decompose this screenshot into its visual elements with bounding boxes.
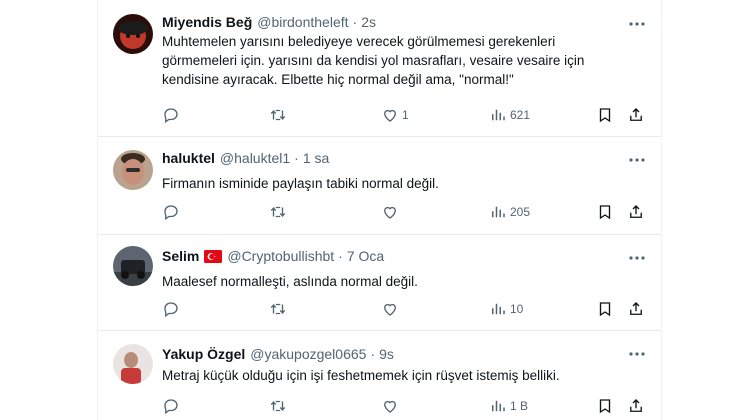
retweet-icon <box>270 400 286 412</box>
like-button[interactable]: 1 <box>381 106 409 124</box>
bookmark-button[interactable] <box>596 397 614 415</box>
views-button[interactable]: 205 <box>489 203 530 221</box>
reply-button[interactable] <box>162 203 180 221</box>
like-button[interactable] <box>381 300 399 318</box>
tweet-text: Maalesef normalleşti, aslında normal değ… <box>162 274 418 289</box>
heart-icon <box>384 400 396 413</box>
share-icon <box>630 108 642 121</box>
view-count: 1 B <box>510 399 529 413</box>
retweet-button[interactable] <box>269 397 287 415</box>
separator-dot: · <box>294 150 299 166</box>
reply-icon <box>164 399 178 415</box>
views-chart-icon <box>492 303 505 315</box>
heart-icon <box>384 303 396 316</box>
retweet-icon <box>270 109 286 121</box>
heart-icon <box>384 109 396 122</box>
tweet[interactable]: Miyendis Beğ @birdontheleft · 2s Muhteme… <box>98 0 661 137</box>
reply-feed: Miyendis Beğ @birdontheleft · 2s Muhteme… <box>97 0 662 420</box>
view-count: 10 <box>510 302 524 316</box>
author-name[interactable]: Yakup Özgel <box>162 346 245 362</box>
author-handle[interactable]: @Cryptobullishbt <box>227 248 334 264</box>
action-bar: 1 B <box>162 397 646 417</box>
more-dots-icon[interactable] <box>627 150 647 170</box>
reply-button[interactable] <box>162 397 180 415</box>
avatar[interactable] <box>113 150 153 190</box>
timestamp[interactable]: 2s <box>361 14 376 30</box>
views-chart-icon <box>492 109 505 121</box>
reply-button[interactable] <box>162 106 180 124</box>
retweet-icon <box>270 206 286 218</box>
avatar[interactable] <box>113 246 153 286</box>
like-count: 1 <box>402 108 409 122</box>
separator-dot: · <box>370 346 376 362</box>
more-dots-icon[interactable] <box>627 14 647 34</box>
view-count: 205 <box>510 205 531 219</box>
reply-icon <box>164 108 178 124</box>
reply-icon <box>164 302 178 318</box>
bookmark-icon <box>599 302 611 317</box>
tweet[interactable]: Selim @Cryptobullishbt · 7 Oca Maalesef … <box>98 234 661 331</box>
timestamp[interactable]: 1 sa <box>303 150 329 166</box>
retweet-icon <box>270 303 286 315</box>
tweet-text: Muhtemelen yarısını belediyeye verecek g… <box>162 34 585 87</box>
heart-icon <box>384 206 396 219</box>
share-button[interactable] <box>627 106 645 124</box>
bookmark-button[interactable] <box>596 300 614 318</box>
timestamp[interactable]: 7 Oca <box>347 248 384 264</box>
author-handle[interactable]: @birdontheleft <box>257 14 348 30</box>
bookmark-button[interactable] <box>596 106 614 124</box>
views-chart-icon <box>492 400 505 412</box>
share-icon <box>630 205 642 218</box>
action-bar: 1 621 <box>162 106 646 126</box>
avatar[interactable] <box>113 344 153 384</box>
separator-dot: · <box>338 248 343 264</box>
tr-flag-icon <box>204 249 223 263</box>
retweet-button[interactable] <box>269 300 287 318</box>
share-button[interactable] <box>627 300 645 318</box>
more-dots-icon[interactable] <box>627 344 647 364</box>
action-bar: 10 <box>162 300 646 320</box>
retweet-button[interactable] <box>269 203 287 221</box>
views-button[interactable]: 1 B <box>489 397 528 415</box>
avatar[interactable] <box>113 14 153 54</box>
tweet-text: Metraj küçük olduğu için işi feshetmemek… <box>162 368 560 383</box>
reply-icon <box>164 205 178 221</box>
views-button[interactable]: 10 <box>489 300 523 318</box>
author-name[interactable]: Miyendis Beğ <box>162 14 252 30</box>
author-name[interactable]: haluktel <box>162 150 215 166</box>
like-button[interactable] <box>381 203 399 221</box>
more-dots-icon[interactable] <box>627 248 647 268</box>
view-count: 621 <box>510 108 531 122</box>
share-icon <box>630 399 642 412</box>
reply-button[interactable] <box>162 300 180 318</box>
share-icon <box>630 302 642 315</box>
tweet[interactable]: Yakup Özgel @yakupozgel0665 · 9s Metraj … <box>98 330 661 420</box>
author-handle[interactable]: @yakupozgel0665 <box>250 346 366 362</box>
tweet-text: Firmanın isminide paylaşın tabiki normal… <box>162 176 439 191</box>
author-name[interactable]: Selim <box>162 248 199 264</box>
timestamp[interactable]: 9s <box>379 346 394 362</box>
bookmark-button[interactable] <box>596 203 614 221</box>
share-button[interactable] <box>627 397 645 415</box>
views-button[interactable]: 621 <box>489 106 530 124</box>
author-handle[interactable]: @haluktel1 <box>220 150 290 166</box>
bookmark-icon <box>599 108 611 123</box>
bookmark-icon <box>599 205 611 220</box>
tweet[interactable]: haluktel @haluktel1 · 1 sa Firmanın ismi… <box>98 136 661 235</box>
action-bar: 205 <box>162 203 646 223</box>
separator-dot: · <box>352 14 358 30</box>
bookmark-icon <box>599 399 611 414</box>
views-chart-icon <box>492 206 505 218</box>
like-button[interactable] <box>381 397 399 415</box>
share-button[interactable] <box>627 203 645 221</box>
retweet-button[interactable] <box>269 106 287 124</box>
